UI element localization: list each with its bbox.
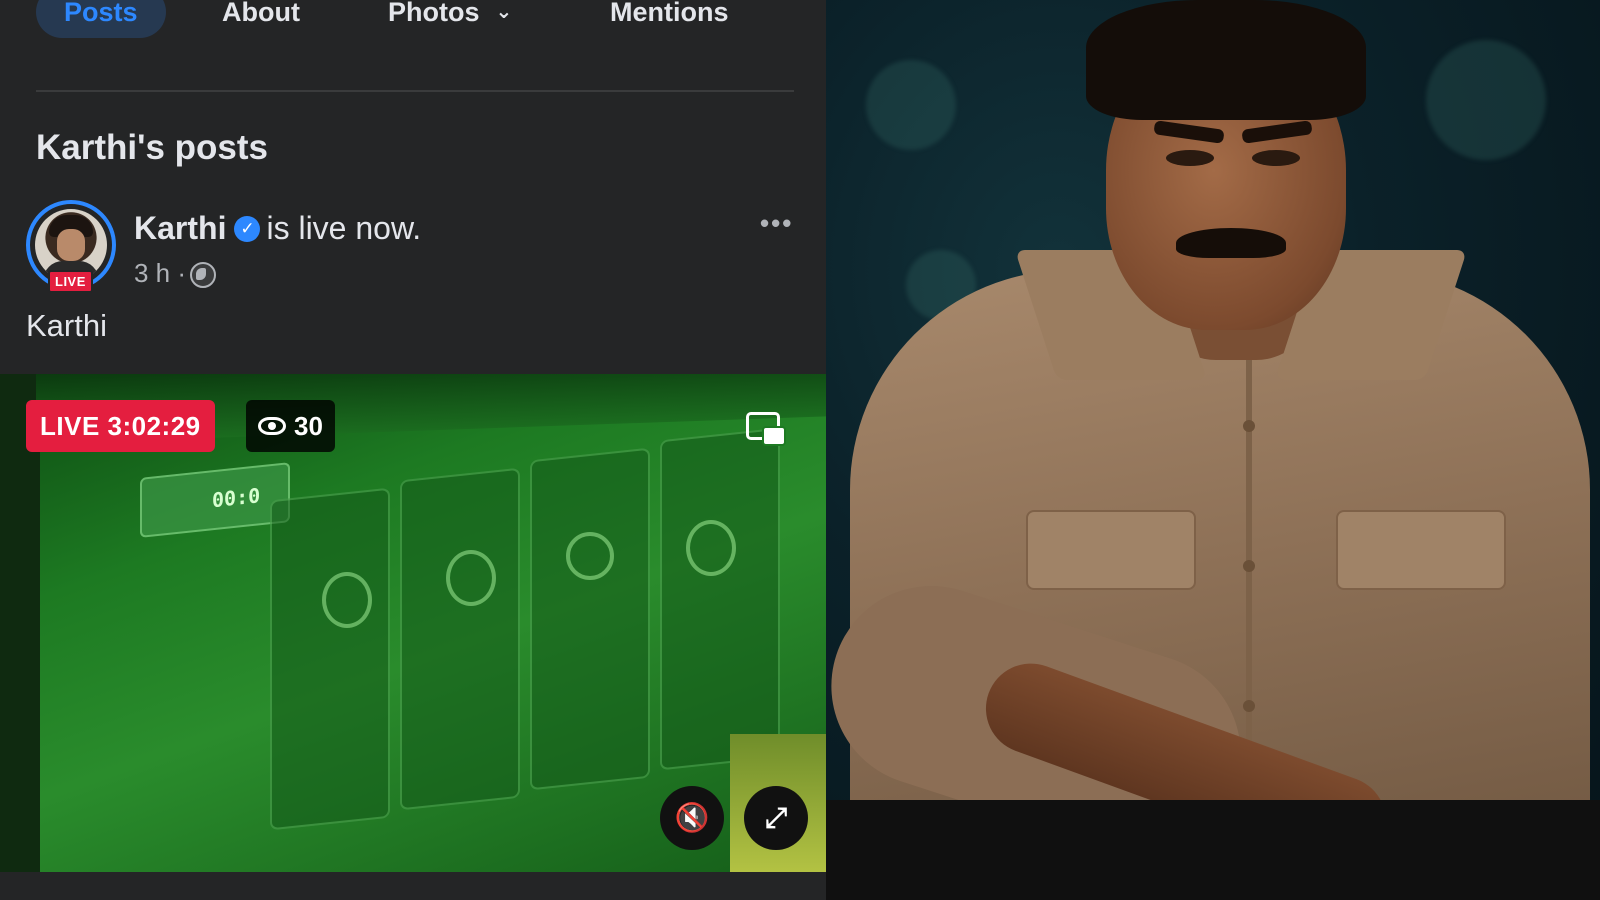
video-scene-ring: [686, 520, 736, 576]
live-timer-badge: LIVE 3:02:29: [26, 400, 215, 452]
tab-about[interactable]: About: [222, 0, 300, 38]
video-scene-card: [270, 487, 390, 831]
eye-icon: [258, 417, 286, 436]
shirt-pocket: [1026, 510, 1196, 590]
profile-tabs: Posts About Photos ⌄ Mentions: [0, 0, 826, 92]
picture-in-picture-button[interactable]: [744, 408, 790, 448]
verified-badge-icon: ✓: [234, 215, 261, 242]
video-scene-card: [660, 427, 780, 771]
video-scene-ring: [446, 550, 496, 606]
post-header: Karthi ✓ is live now.: [134, 210, 421, 247]
chevron-down-icon: ⌄: [495, 1, 513, 23]
viewer-count: 30: [294, 411, 323, 441]
viewer-count-badge: 30: [246, 400, 335, 452]
facebook-profile-panel: Posts About Photos ⌄ Mentions Karthi's po…: [0, 0, 826, 900]
fullscreen-button[interactable]: ⤢: [744, 786, 808, 850]
video-scene-card: [400, 467, 520, 811]
avatar-live-badge: LIVE: [48, 270, 93, 293]
video-scene-display-text: 00:0: [212, 483, 261, 513]
divider: [36, 90, 794, 92]
shirt-pocket: [1336, 510, 1506, 590]
video-scene-ring: [322, 572, 372, 628]
video-scene-card: [530, 447, 650, 791]
mute-button[interactable]: 🔇: [660, 786, 724, 850]
more-options-button[interactable]: •••: [760, 208, 793, 239]
tab-mentions[interactable]: Mentions: [610, 0, 729, 38]
section-title: Karthi's posts: [36, 128, 268, 167]
globe-icon: [190, 262, 217, 289]
post-text: Karthi: [26, 308, 107, 343]
panel-bottom: [0, 872, 826, 900]
post-author-link[interactable]: Karthi: [134, 210, 226, 246]
portrait-photo: [826, 0, 1600, 900]
post-timestamp[interactable]: 3 h ·: [134, 258, 186, 288]
tab-photos[interactable]: Photos ⌄: [388, 0, 512, 38]
tab-posts[interactable]: Posts: [36, 0, 166, 38]
post-meta: 3 h ·: [134, 258, 217, 289]
video-scene-ring: [566, 532, 614, 580]
video-scene-display: 00:0: [140, 462, 290, 538]
post-status: is live now.: [266, 210, 422, 246]
tab-photos-label: Photos: [388, 0, 480, 27]
